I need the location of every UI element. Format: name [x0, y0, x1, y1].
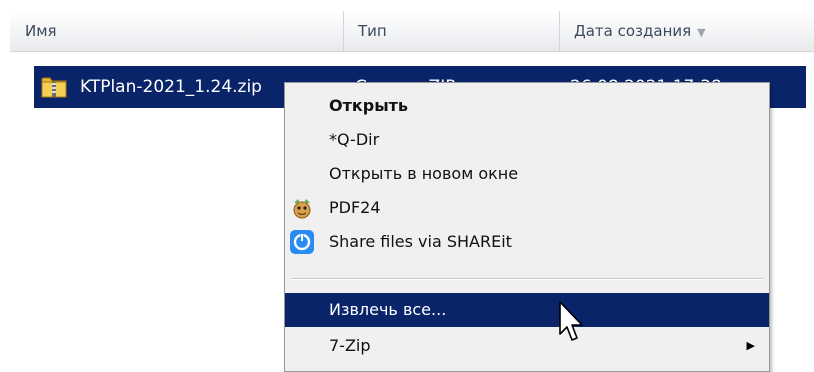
pdf24-icon [293, 199, 311, 219]
menu-item-7zip-label: 7-Zip [329, 336, 371, 355]
chevron-right-icon: ▶ [746, 339, 755, 352]
sort-desc-icon: ▼ [697, 26, 706, 39]
menu-separator [291, 278, 763, 280]
menu-item-pdf24-label: PDF24 [329, 198, 381, 217]
menu-item-qdir-label: *Q-Dir [329, 130, 380, 149]
zip-folder-icon [41, 77, 67, 98]
column-header-date[interactable]: Дата создания ▼ [559, 11, 814, 51]
menu-item-extract-all-label: Извлечь все... [329, 300, 447, 319]
menu-item-shareit-label: Share files via SHAREit [329, 232, 512, 251]
shareit-icon [290, 230, 314, 254]
menu-item-open[interactable]: Открыть [285, 89, 769, 123]
menu-item-qdir[interactable]: *Q-Dir [285, 123, 769, 157]
column-header-name[interactable]: Имя [10, 11, 343, 51]
column-header-type[interactable]: Тип [343, 11, 559, 51]
column-header-name-label: Имя [25, 22, 57, 40]
column-header-bar: Имя Тип Дата создания ▼ [10, 11, 814, 52]
menu-item-open-new-window-label: Открыть в новом окне [329, 164, 519, 183]
menu-item-open-new-window[interactable]: Открыть в новом окне [285, 157, 769, 191]
menu-item-open-label: Открыть [329, 96, 409, 115]
column-header-type-label: Тип [358, 22, 387, 40]
menu-item-pdf24[interactable]: PDF24 [285, 191, 769, 225]
menu-item-7zip[interactable]: 7-Zip ▶ [285, 329, 769, 363]
file-name[interactable]: KTPlan-2021_1.24.zip [80, 66, 262, 108]
column-header-date-label: Дата создания [574, 22, 692, 40]
menu-item-extract-all[interactable]: Извлечь все... [285, 293, 769, 327]
context-menu: Открыть *Q-Dir Открыть в новом окне PDF2… [284, 82, 770, 372]
menu-item-shareit[interactable]: Share files via SHAREit [285, 225, 769, 259]
mouse-cursor-icon [559, 301, 583, 341]
